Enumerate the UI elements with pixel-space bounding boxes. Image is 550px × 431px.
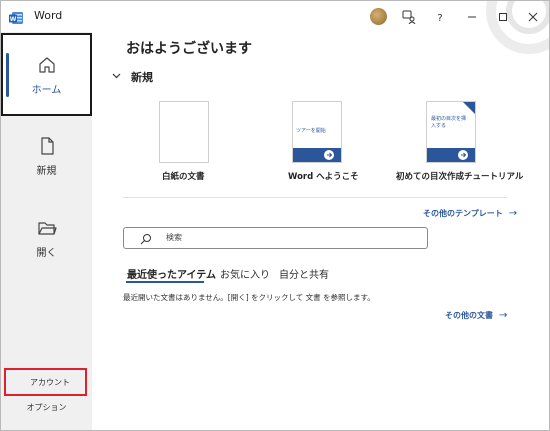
minimize-icon[interactable] [462,7,482,27]
sidebar-item-label: 新規 [36,166,57,177]
tab-recent[interactable]: 最近使ったアイテム [127,266,216,281]
home-icon [37,55,57,75]
title-bar: W Word ? [1,1,549,54]
divider [123,197,507,198]
user-avatar[interactable] [370,8,387,25]
selected-indicator [6,53,9,97]
word-app-icon: W [9,10,23,24]
sidebar-item-home[interactable]: ホーム [1,33,92,116]
empty-recent-message: 最近開いた文書はありません。[開く] をクリックして 文書 を参照します。 [123,293,375,302]
coauthor-icon[interactable] [399,7,419,27]
more-documents-label: その他の文書 [445,311,493,320]
new-section-header[interactable]: 新規 [112,69,153,85]
more-templates-label: その他のテンプレート [423,209,503,218]
tab-favorites[interactable]: お気に入り [220,266,270,281]
open-folder-icon [37,218,57,238]
arrow-right-icon: → [499,310,508,321]
search-icon [139,231,153,245]
sidebar-item-new[interactable]: 新規 [1,120,92,190]
sidebar: ホーム 新規 開く アカウント オプション [1,32,92,430]
sidebar-item-options[interactable]: オプション [1,402,92,413]
new-section-title: 新規 [131,71,153,84]
sidebar-item-open[interactable]: 開く [1,202,92,272]
close-icon[interactable] [523,7,543,27]
active-tab-underline [126,281,204,283]
maximize-icon[interactable] [493,7,513,27]
main-panel: おはようございます 新規 白紙の文書 ツアーを開始 Word へようこそ 最初の… [92,32,549,430]
new-document-icon [37,136,57,156]
more-documents-link[interactable]: その他の文書 → [445,310,507,321]
more-templates-link[interactable]: その他のテンプレート → [423,208,517,219]
template-welcome-thumbnail[interactable]: ツアーを開始 [292,101,342,163]
greeting-heading: おはようございます [126,41,252,57]
sidebar-item-label: 開く [36,248,57,259]
chevron-down-icon [112,71,121,83]
word-window: W Word ? ホーム 新規 開く アカウント オプション おはようございます… [0,0,550,431]
search-placeholder: 検索 [166,233,182,242]
template-welcome-label[interactable]: Word へようこそ [288,170,359,182]
app-title: Word [34,9,63,22]
sidebar-item-account[interactable]: アカウント [4,368,87,396]
template-blank-label[interactable]: 白紙の文書 [162,170,205,182]
search-box[interactable]: 検索 [123,227,428,249]
template-toc-thumb-text: 最初の目次を挿入する [431,116,467,129]
tab-shared[interactable]: 自分と共有 [279,266,329,281]
svg-text:W: W [10,16,17,23]
template-blank-thumbnail[interactable] [159,101,209,163]
svg-text:?: ? [437,13,442,23]
arrow-right-icon: → [508,208,518,219]
template-welcome-thumb-text: ツアーを開始 [296,128,326,134]
template-toc-thumbnail[interactable]: 最初の目次を挿入する [426,101,476,163]
help-icon[interactable]: ? [430,7,450,27]
sidebar-item-label: ホーム [31,85,62,96]
template-toc-label[interactable]: 初めての目次作成チュートリアル [396,170,523,182]
